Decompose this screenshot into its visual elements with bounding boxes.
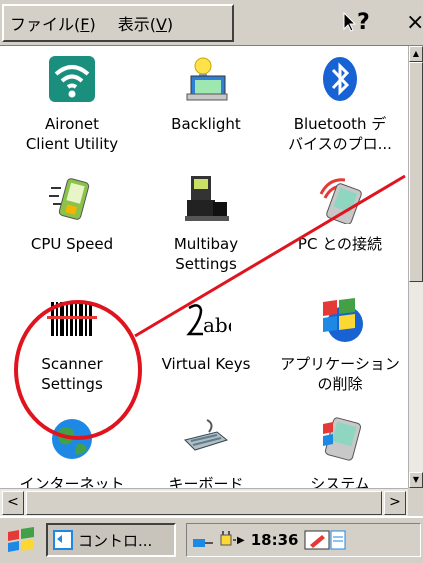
item-multibay[interactable]: Multibay Settings — [138, 174, 274, 274]
input-panel-icon[interactable] — [304, 529, 330, 551]
menu-group: ファイル(F) 表示(V) — [2, 4, 234, 42]
menu-bar: ファイル(F) 表示(V) ? × — [0, 0, 423, 46]
keyboard-icon — [181, 414, 231, 464]
internet-label: インターネット — [19, 475, 125, 488]
item-virtual-keys[interactable]: abc Virtual Keys — [138, 294, 274, 374]
svg-text:abc: abc — [203, 313, 231, 337]
clock[interactable]: 18:36 — [251, 531, 299, 549]
scroll-right-button[interactable]: > — [384, 491, 406, 515]
scroll-up-button[interactable]: ▲ — [409, 46, 423, 62]
start-button[interactable] — [6, 526, 36, 558]
power-plug-icon[interactable] — [215, 529, 237, 551]
scrollbar-corner — [408, 488, 423, 516]
keyboard-label: キーボード — [168, 475, 244, 488]
pc-connection-icon — [315, 174, 365, 225]
windows-flag-icon — [8, 527, 34, 552]
item-cpu-speed[interactable]: CPU Speed — [4, 174, 140, 254]
taskbar-window-label: コントロ... — [78, 531, 153, 550]
windows-logo-icon — [315, 294, 365, 344]
multibay-icon — [181, 174, 231, 224]
control-panel-grid: Aironet Client Utility Backlight Bluetoo… — [0, 46, 408, 488]
pc-connection-label: PC との接続 — [297, 235, 383, 253]
aironet-label-1: Aironet — [44, 115, 100, 133]
virtual-keys-label: Virtual Keys — [161, 355, 251, 373]
vertical-scrollbar[interactable]: ▲ ▼ — [408, 46, 423, 488]
item-keyboard[interactable]: キーボード — [138, 414, 274, 488]
item-aironet[interactable]: Aironet Client Utility — [4, 54, 140, 154]
aironet-label-2: Client Utility — [25, 135, 119, 153]
taskbar-control-panel-button[interactable]: コントロ... — [46, 523, 176, 557]
item-bluetooth[interactable]: Bluetooth デ バイスのプロ... — [272, 54, 408, 154]
remove-programs-label-1: アプリケーション — [280, 355, 400, 373]
bluetooth-label-2: バイスのプロ... — [288, 135, 392, 153]
cpu-speed-icon — [47, 174, 97, 224]
scroll-down-button[interactable]: ▼ — [409, 472, 423, 488]
control-panel-icon — [53, 530, 73, 550]
barcode-icon — [47, 294, 97, 344]
vertical-scroll-thumb[interactable] — [409, 62, 423, 282]
close-button[interactable]: × — [406, 10, 423, 35]
scanner-label-2: Settings — [41, 375, 103, 393]
network-icon[interactable] — [191, 529, 215, 551]
multibay-label-1: Multibay — [173, 235, 239, 253]
cpu-speed-label: CPU Speed — [30, 235, 114, 253]
item-pc-connection[interactable]: PC との接続 — [272, 174, 408, 254]
keyboard-tray-icon[interactable] — [330, 529, 346, 551]
tray-arrow-icon: ▶ — [237, 534, 245, 546]
aironet-icon — [47, 54, 97, 104]
system-label: システム — [310, 475, 370, 488]
scanner-label-1: Scanner — [41, 355, 103, 373]
bluetooth-label-1: Bluetooth デ — [293, 115, 387, 133]
item-system[interactable]: システム — [272, 414, 408, 488]
multibay-label-2: Settings — [175, 255, 237, 273]
help-arrow-icon — [343, 12, 357, 32]
horizontal-scroll-thumb[interactable] — [26, 491, 382, 515]
bluetooth-icon — [315, 54, 365, 104]
item-internet[interactable]: インターネット — [4, 414, 140, 488]
taskbar: コントロ... ▶ 18:36 — [0, 516, 423, 563]
remove-programs-label-2: の削除 — [317, 375, 363, 393]
virtual-keys-icon: abc — [181, 294, 239, 344]
item-remove-programs[interactable]: アプリケーション の削除 — [272, 294, 408, 394]
item-backlight[interactable]: Backlight — [138, 54, 274, 134]
help-button[interactable]: ? — [343, 10, 370, 35]
system-icon — [315, 414, 365, 464]
menu-view[interactable]: 表示(V) — [118, 11, 173, 35]
globe-icon — [47, 414, 97, 464]
menu-file[interactable]: ファイル(F) — [10, 11, 96, 35]
scroll-left-button[interactable]: < — [2, 491, 24, 515]
horizontal-scrollbar[interactable]: < > — [0, 488, 408, 516]
system-tray: ▶ 18:36 — [186, 523, 421, 557]
backlight-icon — [181, 54, 231, 104]
item-scanner-settings[interactable]: Scanner Settings — [4, 294, 140, 394]
backlight-label: Backlight — [171, 115, 241, 133]
